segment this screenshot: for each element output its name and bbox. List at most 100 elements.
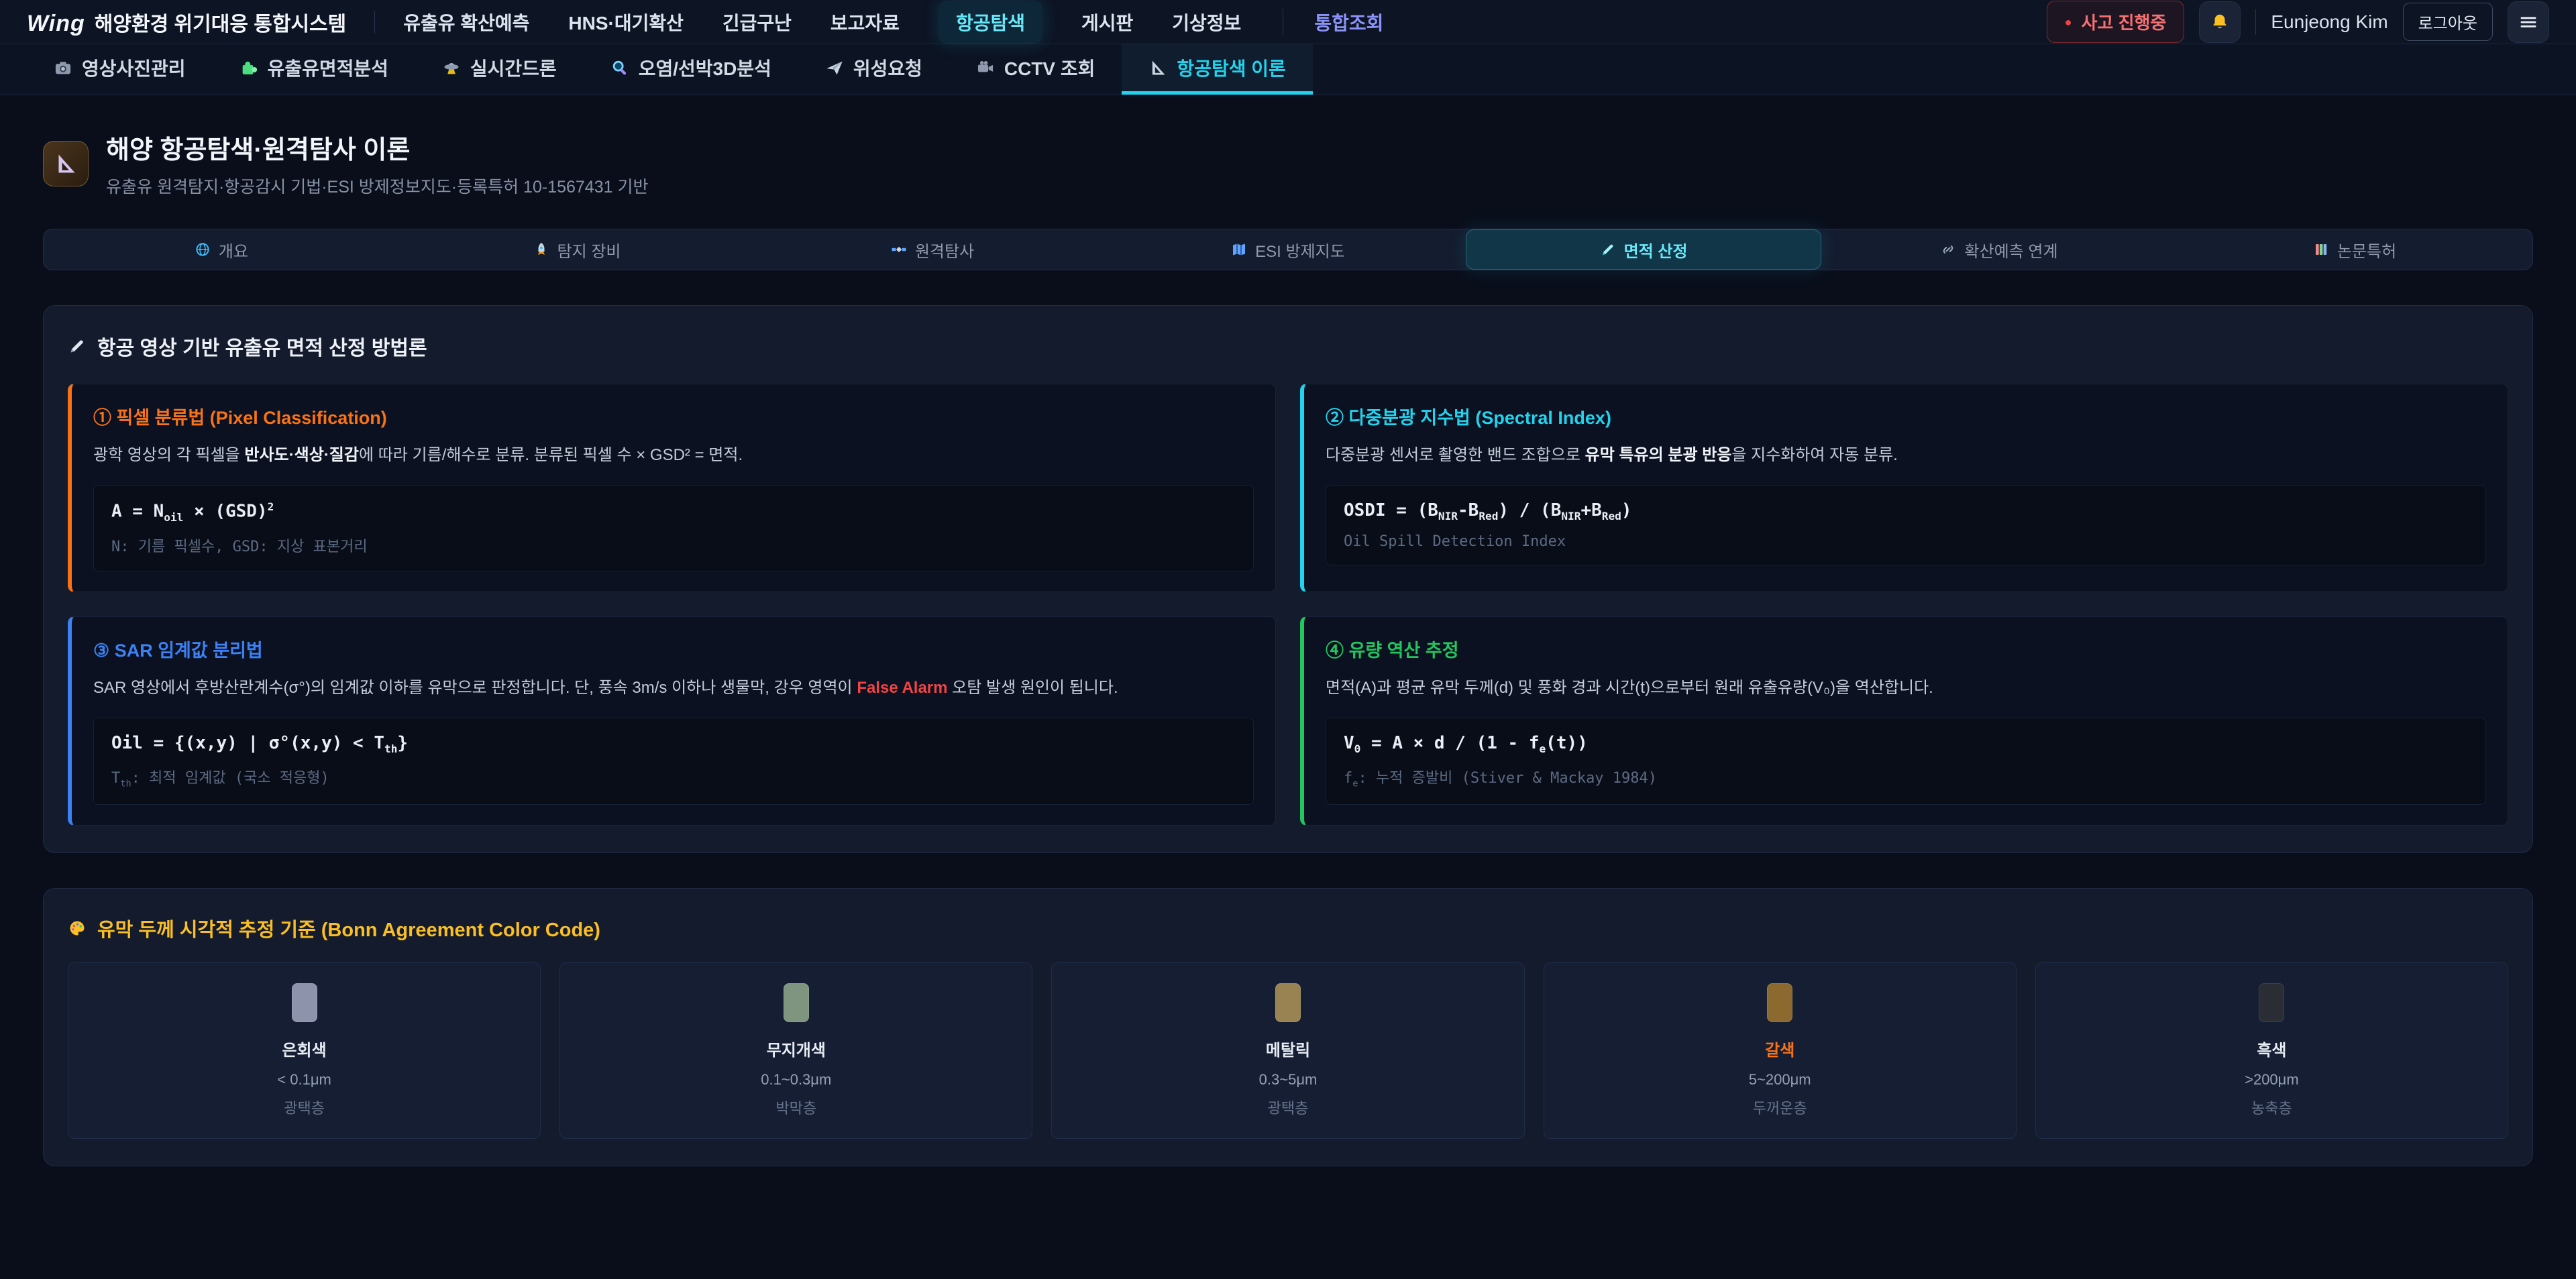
video-camera-icon: [976, 58, 995, 77]
thickness-name: 은회색: [76, 1037, 532, 1060]
tab-area-estimation[interactable]: 면적 산정: [1466, 229, 1821, 270]
page-header: 해양 항공탐색·원격탐사 이론 유출유 원격탐지·항공감시 기법·ESI 방제정…: [43, 129, 2533, 198]
nav-reports[interactable]: 보고자료: [830, 9, 900, 36]
menu-button[interactable]: [2508, 1, 2549, 43]
tab-diffusion-forecast-link[interactable]: 확산예측 연계: [1821, 229, 2177, 270]
set-square-icon: [43, 141, 89, 186]
palette-icon: [68, 919, 87, 938]
subnav-satellite-request[interactable]: 위성요청: [798, 44, 949, 95]
tab-remote-sensing[interactable]: 원격탐사: [755, 229, 1110, 270]
thickness-name: 메탈릭: [1060, 1037, 1515, 1060]
pencil-icon: [1600, 241, 1616, 258]
subnav-label: 유출유면적분석: [268, 54, 388, 81]
subnav-image-photo-management[interactable]: 영상사진관리: [27, 44, 213, 95]
thickness-desc: 광택층: [1060, 1097, 1515, 1118]
subnav-oil-area-analysis[interactable]: 유출유면적분석: [213, 44, 415, 95]
incident-status-badge: ● 사고 진행중: [2047, 1, 2185, 43]
thickness-desc: 박막층: [568, 1097, 1024, 1118]
method-card-description: 다중분광 센서로 촬영한 밴드 조합으로 유막 특유의 분광 반응을 지수화하여…: [1326, 443, 2486, 467]
formula-box: Oil = {(x,y) | σ°(x,y) < Tth} Tth: 최적 임계…: [93, 718, 1254, 805]
status-dot-icon: ●: [2065, 16, 2072, 28]
tab-label: 개요: [219, 238, 248, 262]
subnav-label: 영상사진관리: [82, 54, 186, 81]
link-icon: [1940, 241, 1956, 258]
tab-label: 논문특허: [2337, 238, 2396, 262]
subnav-pollution-ship-3d[interactable]: 오염/선박3D분석: [584, 44, 798, 95]
books-icon: [2313, 241, 2329, 258]
tab-label: 탐지 장비: [557, 238, 621, 262]
bonn-color-card-rainbow: 무지개색 0.1~0.3μm 박막층: [559, 962, 1032, 1139]
color-swatch: [2259, 983, 2284, 1022]
bonn-color-card-brown: 갈색 5~200μm 두꺼운층: [1544, 962, 2017, 1139]
formula-note: fe: 누적 증발비 (Stiver & Mackay 1984): [1344, 766, 2468, 789]
color-swatch: [1767, 983, 1792, 1022]
thickness-desc: 광택층: [76, 1097, 532, 1118]
puzzle-icon: [239, 58, 258, 77]
formula: A = Noil × (GSD)2: [111, 500, 1236, 524]
drone-ufo-icon: [442, 58, 461, 77]
subnav-label: CCTV 조회: [1004, 54, 1095, 81]
method-card-pixel-classification: ① 픽셀 분류법 (Pixel Classification) 광학 영상의 각…: [68, 384, 1276, 592]
satellite-icon: [891, 241, 907, 258]
thickness-desc: 농축층: [2044, 1097, 2500, 1118]
formula-note: Tth: 최적 임계값 (국소 적응형): [111, 766, 1236, 789]
tab-esi-response-map[interactable]: ESI 방제지도: [1110, 229, 1466, 270]
formula-box: OSDI = (BNIR-BRed) / (BNIR+BRed) Oil Spi…: [1326, 485, 2486, 565]
divider: [374, 11, 375, 34]
main-content: 해양 항공탐색·원격탐사 이론 유출유 원격탐지·항공감시 기법·ESI 방제정…: [0, 95, 2576, 1166]
subnav-label: 실시간드론: [470, 54, 557, 81]
thickness-range: >200μm: [2044, 1071, 2500, 1089]
color-swatch: [1275, 983, 1301, 1022]
formula: Oil = {(x,y) | σ°(x,y) < Tth}: [111, 733, 1236, 755]
formula: OSDI = (BNIR-BRed) / (BNIR+BRed): [1344, 500, 2468, 522]
bonn-section-title: 유막 두께 시각적 추정 기준 (Bonn Agreement Color Co…: [68, 914, 2508, 942]
method-card-description: SAR 영상에서 후방산란계수(σ°)의 임계값 이하를 유막으로 판정합니다.…: [93, 675, 1254, 700]
tab-overview[interactable]: 개요: [44, 229, 399, 270]
topbar: Wing 해양환경 위기대응 통합시스템 유출유 확산예측 HNS·대기확산 긴…: [0, 0, 2576, 44]
thickness-range: 0.3~5μm: [1060, 1071, 1515, 1089]
method-card-spectral-index: ② 다중분광 지수법 (Spectral Index) 다중분광 센서로 촬영한…: [1300, 384, 2508, 592]
subnav-realtime-drone[interactable]: 실시간드론: [415, 44, 584, 95]
subnav-cctv-view[interactable]: CCTV 조회: [949, 44, 1122, 95]
methods-section-title: 항공 영상 기반 유출유 면적 산정 방법론: [68, 331, 2508, 361]
logout-button[interactable]: 로그아웃: [2403, 3, 2493, 41]
subnav-aerial-search-theory[interactable]: 항공탐색 이론: [1122, 44, 1312, 95]
color-swatch: [292, 983, 317, 1022]
method-card-title: ① 픽셀 분류법 (Pixel Classification): [93, 403, 1254, 429]
notifications-button[interactable]: [2199, 1, 2241, 43]
nav-oil-spill-forecast[interactable]: 유출유 확산예측: [403, 9, 529, 36]
nav-integrated-search[interactable]: 통합조회: [1283, 9, 1383, 36]
topbar-right: ● 사고 진행중 Eunjeong Kim 로그아웃: [2047, 1, 2549, 43]
bonn-color-card-silver-gray: 은회색 < 0.1μm 광택층: [68, 962, 541, 1139]
nav-hns-air-diffusion[interactable]: HNS·대기확산: [568, 9, 683, 36]
formula-note: Oil Spill Detection Index: [1344, 533, 2468, 550]
subnav-label: 항공탐색 이론: [1177, 54, 1285, 81]
tab-detection-equipment[interactable]: 탐지 장비: [399, 229, 755, 270]
tab-label: 확산예측 연계: [1964, 238, 2057, 262]
theory-tabs: 개요 탐지 장비 원격탐사 ESI 방제지도 면적 산정: [43, 229, 2533, 270]
set-square-icon: [1148, 58, 1167, 77]
method-card-description: 광학 영상의 각 픽셀을 반사도·색상·질감에 따라 기름/해수로 분류. 분류…: [93, 443, 1254, 467]
brand-logo[interactable]: Wing 해양환경 위기대응 통합시스템: [27, 7, 346, 37]
nav-board[interactable]: 게시판: [1081, 9, 1133, 36]
tab-label: 원격탐사: [915, 238, 974, 262]
method-card-title: ② 다중분광 지수법 (Spectral Index): [1326, 403, 2486, 429]
hamburger-menu-icon: [2518, 12, 2538, 32]
methods-grid: ① 픽셀 분류법 (Pixel Classification) 광학 영상의 각…: [68, 384, 2508, 826]
nav-weather-info[interactable]: 기상정보: [1172, 9, 1241, 36]
method-card-title: ④ 유량 역산 추정: [1326, 636, 2486, 662]
thickness-range: < 0.1μm: [76, 1071, 532, 1089]
divider: [2255, 9, 2256, 35]
map-icon: [1231, 241, 1247, 258]
method-card-description: 면적(A)과 평균 유막 두께(d) 및 풍화 경과 시간(t)으로부터 원래 …: [1326, 675, 2486, 700]
formula-box: A = Noil × (GSD)2 N: 기름 픽셀수, GSD: 지상 표본거…: [93, 485, 1254, 571]
main-nav: 유출유 확산예측 HNS·대기확산 긴급구난 보고자료 항공탐색 게시판 기상정…: [403, 1, 1383, 44]
bonn-color-card-black: 흑색 >200μm 농축층: [2035, 962, 2508, 1139]
tab-label: 면적 산정: [1624, 238, 1688, 262]
nav-aerial-search[interactable]: 항공탐색: [938, 1, 1042, 44]
thickness-range: 5~200μm: [1552, 1071, 2008, 1089]
page-header-text: 해양 항공탐색·원격탐사 이론 유출유 원격탐지·항공감시 기법·ESI 방제정…: [106, 129, 648, 198]
methods-section: 항공 영상 기반 유출유 면적 산정 방법론 ① 픽셀 분류법 (Pixel C…: [43, 305, 2533, 853]
nav-emergency-rescue[interactable]: 긴급구난: [722, 9, 792, 36]
tab-papers-patents[interactable]: 논문특허: [2177, 229, 2532, 270]
